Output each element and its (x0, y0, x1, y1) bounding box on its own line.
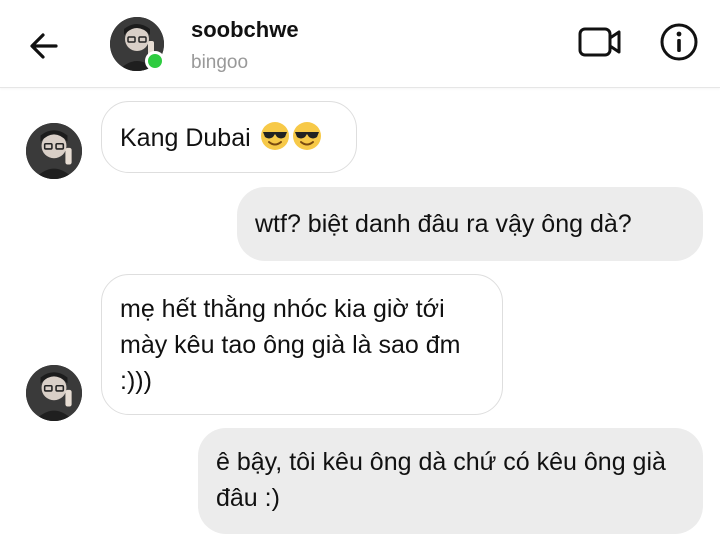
sender-avatar[interactable] (26, 365, 82, 421)
chat-username[interactable]: soobchwe (191, 17, 299, 43)
message-text: mẹ hết thằng nhóc kia giờ tới mày kêu ta… (120, 295, 461, 395)
message-bubble-incoming[interactable]: mẹ hết thằng nhóc kia giờ tới mày kêu ta… (101, 274, 503, 415)
message-text: Kang Dubai (120, 124, 251, 152)
message-bubble-outgoing[interactable]: ê bậy, tôi kêu ông dà chứ có kêu ông già… (198, 428, 703, 534)
info-icon[interactable] (659, 22, 699, 62)
video-call-icon[interactable] (577, 24, 623, 60)
online-status-dot (145, 51, 165, 71)
sunglasses-emoji-icon (292, 122, 321, 150)
back-arrow-icon[interactable] (26, 28, 62, 64)
sender-avatar[interactable] (26, 123, 82, 179)
message-text: wtf? biệt danh đâu ra vậy ông dà? (255, 210, 632, 238)
message-bubble-outgoing[interactable]: wtf? biệt danh đâu ra vậy ông dà? (237, 187, 703, 261)
message-text: ê bậy, tôi kêu ông dà chứ có kêu ông già… (216, 448, 666, 512)
sunglasses-emoji-icon (260, 122, 289, 150)
chat-header: soobchwe bingoo (0, 0, 720, 88)
message-bubble-incoming[interactable]: Kang Dubai (101, 101, 357, 173)
chat-subtitle: bingoo (191, 52, 249, 73)
